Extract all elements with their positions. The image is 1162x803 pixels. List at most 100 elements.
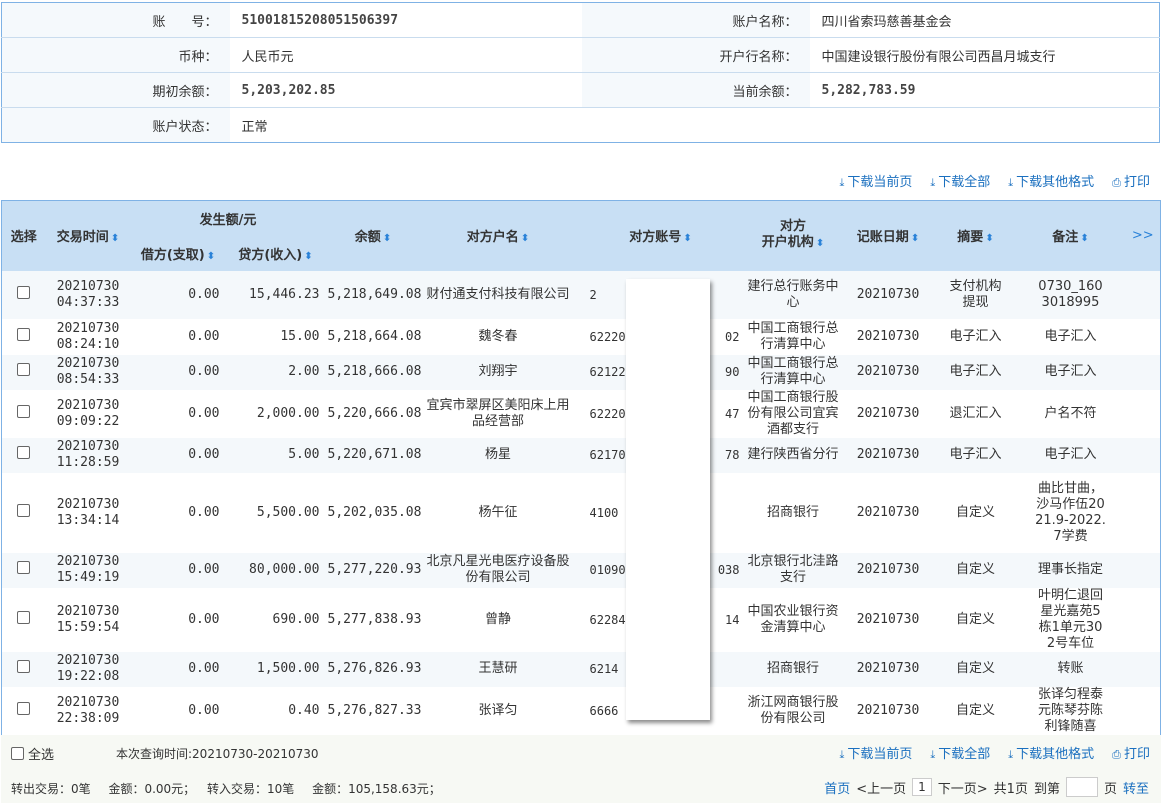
sort-icon[interactable]: ⬍ bbox=[816, 238, 824, 249]
sort-icon[interactable]: ⬍ bbox=[985, 233, 993, 244]
cp-account-head: 4100 bbox=[589, 505, 619, 520]
cp-name: 杨午征 bbox=[478, 504, 518, 520]
row-checkbox[interactable] bbox=[17, 561, 31, 574]
remark: 电子汇入 bbox=[1015, 437, 1126, 473]
row-checkbox[interactable] bbox=[17, 327, 31, 341]
trans-time: 20210730 15:59:54 bbox=[46, 588, 131, 652]
trans-clock: 15:59:54 bbox=[56, 619, 120, 635]
credit: 2,000.00 bbox=[256, 405, 320, 421]
row-select[interactable] bbox=[2, 319, 46, 355]
remark-text: 理事长指定 bbox=[1037, 562, 1103, 577]
account-info-table: 账 号： 51001815208051506397 账户名称： 四川省索玛慈善基金会 … bbox=[1, 2, 1160, 143]
trans-time: 20210730 19:22:08 bbox=[45, 651, 131, 687]
checkbox[interactable] bbox=[11, 747, 24, 760]
row-checkbox[interactable] bbox=[17, 363, 31, 376]
summary: 自定义 bbox=[935, 651, 1016, 687]
sort-icon[interactable]: ⬍ bbox=[207, 251, 215, 262]
post-date: 20210730 bbox=[840, 354, 936, 390]
row-checkbox[interactable] bbox=[17, 503, 31, 517]
download-icon: ⤓ bbox=[1008, 748, 1014, 761]
row-select[interactable] bbox=[2, 473, 46, 553]
account-name-label: 账户名称： bbox=[581, 2, 810, 38]
print-link[interactable]: ⎙ 打印 bbox=[1112, 171, 1150, 190]
summary: 自定义 bbox=[936, 473, 1016, 553]
summary: 自定义 bbox=[935, 552, 1016, 588]
row-checkbox[interactable] bbox=[17, 446, 31, 459]
remark-text: 电子汇入 bbox=[1044, 364, 1097, 379]
header-time[interactable]: 交易时间 ⬍ bbox=[45, 200, 131, 271]
header-cp-account[interactable]: 对方账号 ⬍ bbox=[575, 200, 746, 271]
row-select[interactable] bbox=[2, 588, 46, 652]
first-page-link[interactable]: 首页 bbox=[824, 778, 850, 797]
balance: 5,202,035.08 bbox=[327, 504, 422, 520]
trans-date: 20210730 bbox=[56, 439, 120, 454]
row-select[interactable] bbox=[1, 437, 46, 473]
sort-icon[interactable]: ⬍ bbox=[304, 251, 312, 262]
row-checkbox[interactable] bbox=[17, 285, 31, 299]
sort-icon[interactable]: ⬍ bbox=[911, 233, 919, 244]
download-other-link[interactable]: ⤓ 下载其他格式 bbox=[1008, 171, 1094, 190]
header-remark[interactable]: 备注 ⬍ bbox=[1015, 200, 1126, 271]
header-post-date[interactable]: 记账日期 ⬍ bbox=[840, 200, 936, 271]
sort-icon[interactable]: ⬍ bbox=[521, 233, 529, 244]
debit: 0.00 bbox=[188, 702, 220, 718]
header-summary[interactable]: 摘要 ⬍ bbox=[935, 200, 1016, 271]
goto-page-input[interactable] bbox=[1065, 777, 1098, 797]
summary-text: 退汇汇入 bbox=[949, 405, 1002, 421]
sort-icon[interactable]: ⬍ bbox=[383, 233, 391, 244]
download-other-link[interactable]: ⤓ 下载其他格式 bbox=[1008, 743, 1094, 762]
header-balance[interactable]: 余额 ⬍ bbox=[325, 200, 421, 271]
summary-text: 自定义 bbox=[955, 611, 995, 627]
row-select[interactable] bbox=[2, 390, 46, 438]
download-page-link[interactable]: ⤓ 下载当前页 bbox=[840, 743, 913, 762]
header-credit[interactable]: 贷方(收入) ⬍ bbox=[225, 235, 326, 271]
download-all-link[interactable]: ⤓ 下载全部 bbox=[930, 171, 990, 190]
row-checkbox[interactable] bbox=[17, 660, 31, 673]
download-all-link[interactable]: ⤓ 下载全部 bbox=[930, 743, 990, 762]
table-row: 20210730 11:28:59 0.00 5.00 5,220,671.08 … bbox=[1, 437, 1161, 473]
post-date: 20210730 bbox=[856, 504, 920, 520]
expand-columns-button[interactable]: >> bbox=[1125, 200, 1161, 271]
transaction-table: 选择 交易时间 ⬍ 发生额/元 余额 ⬍ 对方户名 ⬍ 对方账号 ⬍ 对方 开户机构 ⬍ 记… bbox=[1, 200, 1161, 736]
sort-icon[interactable]: ⬍ bbox=[1080, 233, 1088, 244]
sort-icon[interactable]: ⬍ bbox=[683, 233, 691, 244]
header-cp-name[interactable]: 对方户名 ⬍ bbox=[420, 200, 576, 271]
header-cp-bank[interactable]: 对方 开户机构 ⬍ bbox=[745, 200, 841, 271]
debit: 0.00 bbox=[130, 270, 226, 319]
row-checkbox[interactable] bbox=[17, 701, 31, 715]
debit: 0.00 bbox=[130, 651, 226, 687]
credit: 1,500.00 bbox=[225, 651, 326, 687]
select-all-checkbox[interactable]: 全选 bbox=[11, 744, 54, 763]
summary-text: 自定义 bbox=[955, 504, 995, 520]
prev-page-link[interactable]: <上一页 bbox=[856, 778, 906, 797]
header-cp-account-label: 对方账号 bbox=[629, 230, 682, 246]
current-page[interactable]: 1 bbox=[912, 778, 932, 796]
print-link[interactable]: ⎙ 打印 bbox=[1112, 743, 1150, 762]
header-time-label: 交易时间 bbox=[56, 230, 109, 246]
download-icon: ⤓ bbox=[930, 748, 936, 761]
row-select[interactable] bbox=[1, 552, 46, 588]
balance: 5,218,664.08 bbox=[327, 328, 422, 344]
download-page-link[interactable]: ⤓ 下载当前页 bbox=[840, 171, 913, 190]
row-checkbox[interactable] bbox=[17, 404, 31, 418]
row-select[interactable] bbox=[1, 270, 46, 319]
sort-icon[interactable]: ⬍ bbox=[111, 233, 119, 244]
bottom-actions: ⤓ 下载当前页 ⤓ 下载全部 ⤓ 下载其他格式 ⎙ 打印 bbox=[840, 743, 1151, 762]
header-summary-label: 摘要 bbox=[957, 230, 984, 246]
cp-account-head: 01090 bbox=[589, 563, 626, 577]
next-page-link[interactable]: 下一页> bbox=[938, 778, 988, 797]
row-checkbox[interactable] bbox=[17, 610, 31, 624]
go-button[interactable]: 转至 bbox=[1123, 778, 1149, 797]
summary: 自定义 bbox=[936, 687, 1016, 736]
row-select[interactable] bbox=[1, 354, 46, 390]
cp-name: 杨星 bbox=[420, 437, 576, 473]
row-select[interactable] bbox=[1, 651, 46, 687]
download-icon: ⤓ bbox=[1008, 176, 1014, 189]
header-debit[interactable]: 借方(支取) ⬍ bbox=[130, 235, 226, 271]
cp-bank: 招商银行 bbox=[766, 504, 819, 520]
row-select[interactable] bbox=[2, 687, 46, 736]
summary-text: 电子汇入 bbox=[949, 328, 1002, 344]
download-other-label: 下载其他格式 bbox=[1016, 175, 1095, 190]
cp-account-tail: 14 bbox=[725, 612, 740, 627]
remark: 电子汇入 bbox=[1015, 354, 1126, 390]
